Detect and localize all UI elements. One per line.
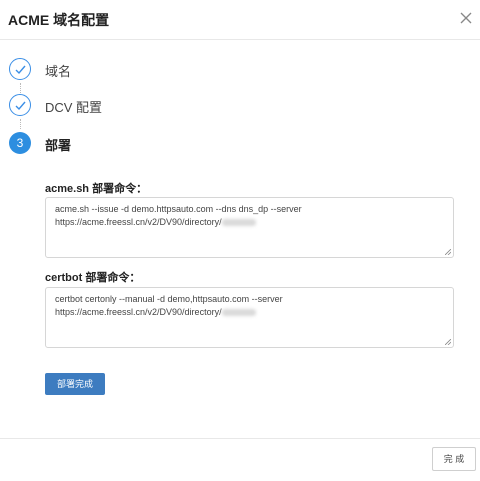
step-dcv: DCV 配置 [9,94,249,118]
step-number: 3 [16,136,24,150]
dialog-title: ACME 域名配置 [8,12,110,28]
complete-deploy-button[interactable]: 部署完成 [45,373,105,395]
close-icon[interactable] [458,10,474,26]
step-number-badge: 3 [9,132,31,154]
resize-handle-icon[interactable] [445,249,451,255]
acme-command-label: acme.sh 部署命令： [45,183,148,195]
step-label: DCV 配置 [45,100,103,115]
step-connector [20,119,22,129]
certbot-command-line-1: certbot certonly --manual -d demo,httpsa… [55,294,283,304]
dialog-footer: 完 成 [0,438,480,481]
step-label: 部署 [45,138,72,153]
certbot-command-label: certbot 部署命令： [45,272,141,284]
certbot-command-line-2: https://acme.freessl.cn/v2/DV90/director… [55,307,222,317]
step-label: 域名 [45,64,72,79]
dialog-header: ACME 域名配置 [0,0,480,40]
step-deploy: 3 部署 [9,132,249,156]
resize-handle-icon[interactable] [445,339,451,345]
certbot-command-textarea[interactable]: certbot certonly --manual -d demo,httpsa… [45,287,454,348]
redacted-token [221,219,256,227]
acme-command-line-2: https://acme.freessl.cn/v2/DV90/director… [55,217,222,227]
check-icon [9,94,31,116]
step-connector [20,83,22,93]
acme-command-line-1: acme.sh --issue -d demo.httpsauto.com --… [55,204,302,214]
acme-command-textarea[interactable]: acme.sh --issue -d demo.httpsauto.com --… [45,197,454,258]
done-button[interactable]: 完 成 [432,447,476,471]
step-domain: 域名 [9,58,249,82]
redacted-token [221,309,256,317]
check-icon [9,58,31,80]
